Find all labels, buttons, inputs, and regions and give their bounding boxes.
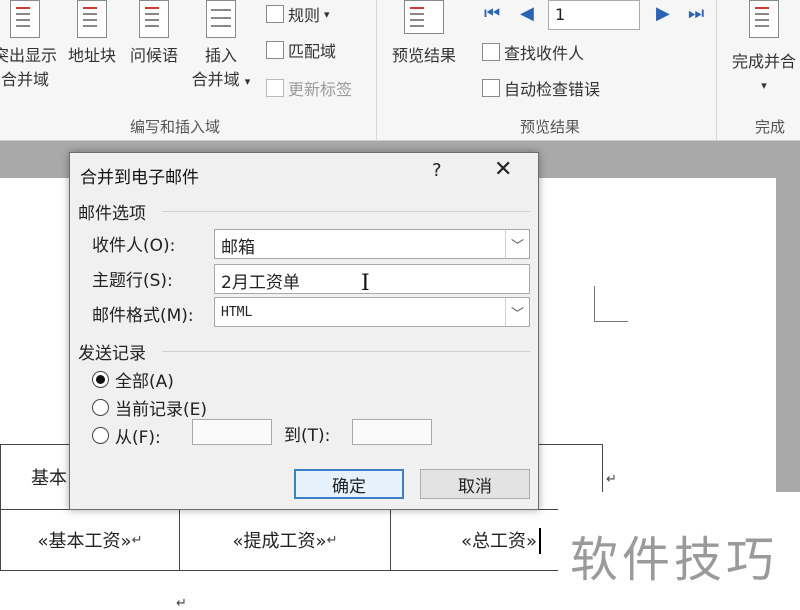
group-separator — [716, 0, 717, 141]
cancel-button[interactable]: 取消 — [420, 469, 530, 499]
chevron-down-icon: ▾ — [324, 7, 330, 21]
radio-all-label: 全部(A) — [115, 372, 174, 392]
to-label: 收件人(O): — [92, 236, 176, 256]
highlight-merge-fields-button[interactable]: 突出显示 合并域 — [0, 0, 60, 92]
merge-field-commission: «提成工资» — [232, 531, 327, 552]
dialog-title: 合并到电子邮件 — [80, 168, 199, 188]
radio-current-label: 当前记录(E) — [115, 400, 208, 420]
rules-button[interactable]: 规则 ▾ — [266, 2, 330, 26]
paragraph-mark: ↵ — [131, 532, 143, 548]
greeting-line-icon — [139, 0, 169, 38]
preview-results-label: 预览结果 — [391, 46, 456, 65]
group-label-preview: 预览结果 — [519, 118, 580, 136]
radio-all[interactable]: 全部(A) — [92, 367, 174, 392]
format-select[interactable]: HTML ﹀ — [214, 297, 530, 327]
auto-check-errors-button[interactable]: 自动检查错误 — [482, 76, 600, 100]
paragraph-mark: ↵ — [606, 472, 617, 487]
watermark: 软件技巧 — [558, 492, 800, 610]
finish-merge-label: 完成并合 — [731, 52, 796, 71]
section-divider — [162, 351, 530, 352]
merge-field-basic-salary: «基本工资» — [37, 531, 132, 552]
ibeam-cursor-icon: I — [361, 271, 370, 296]
finish-merge-button[interactable]: 完成并合 ▾ — [724, 0, 800, 98]
greeting-line-button[interactable]: 问候语 — [124, 0, 184, 68]
group-label-finish: 完成 — [754, 118, 785, 136]
send-records-heading: 发送记录 — [78, 344, 146, 364]
magnifier-icon — [404, 0, 444, 34]
table-cell-commission[interactable]: «提成工资» ↵ — [179, 509, 391, 571]
insert-field-label: 插入 — [204, 46, 237, 65]
subject-label: 主题行(S): — [92, 271, 173, 291]
radio-unselected-icon — [92, 427, 109, 444]
radio-selected-icon — [92, 371, 109, 388]
radio-from[interactable]: 从(F): — [92, 423, 161, 448]
rules-label: 规则 — [288, 6, 321, 25]
update-labels-icon — [266, 79, 284, 97]
highlight-fields-icon — [10, 0, 40, 38]
watermark-text: 软件技巧 — [570, 532, 779, 588]
find-recipient-button[interactable]: 查找收件人 — [482, 40, 584, 64]
match-fields-label: 匹配域 — [288, 42, 337, 61]
radio-from-label: 从(F): — [115, 428, 161, 448]
to-select-value: 邮箱 — [221, 238, 255, 258]
highlight-fields-label-2: 合并域 — [0, 70, 49, 89]
from-record-input[interactable] — [192, 419, 272, 445]
next-record-icon[interactable]: ▶ — [656, 3, 670, 24]
auto-check-errors-label: 自动检查错误 — [504, 80, 601, 99]
find-recipient-icon — [482, 43, 500, 61]
chevron-down-icon: ▾ — [761, 79, 767, 92]
group-label-write-insert: 编写和插入域 — [129, 118, 220, 136]
subject-input[interactable]: 2月工资单 — [214, 264, 530, 294]
table-cell-basic-salary[interactable]: «基本工资» ↵ — [0, 509, 180, 571]
help-button[interactable]: ? — [432, 160, 442, 181]
check-errors-icon — [482, 79, 500, 97]
chevron-down-icon[interactable]: ﹀ — [505, 230, 529, 258]
merge-to-email-dialog: 合并到电子邮件 ? ✕ 邮件选项 收件人(O): 邮箱 ﹀ 主题行(S): 2月… — [69, 152, 539, 510]
group-separator — [376, 0, 377, 141]
to-select[interactable]: 邮箱 ﹀ — [214, 229, 530, 259]
rules-icon — [266, 5, 284, 23]
address-block-label: 地址块 — [67, 46, 116, 65]
previous-record-icon[interactable]: ◀ — [520, 3, 534, 24]
address-block-icon — [77, 0, 107, 38]
format-select-value: HTML — [221, 305, 253, 320]
radio-current-record[interactable]: 当前记录(E) — [92, 395, 207, 420]
ribbon: 突出显示 合并域 地址块 问候语 插入 合并域 ▾ 规则 ▾ 匹配域 更新标签 … — [0, 0, 800, 141]
first-record-icon[interactable]: ⏮ — [484, 3, 500, 24]
match-fields-icon — [266, 41, 284, 59]
greeting-line-label: 问候语 — [129, 46, 178, 65]
match-fields-button[interactable]: 匹配域 — [266, 38, 336, 62]
chevron-down-icon: ▾ — [244, 75, 251, 88]
update-labels-button[interactable]: 更新标签 — [266, 76, 352, 100]
to-record-label: 到(T): — [284, 426, 331, 446]
update-labels-label: 更新标签 — [288, 80, 353, 99]
margin-crop-mark — [594, 286, 628, 322]
ok-button[interactable]: 确定 — [294, 469, 404, 499]
address-block-button[interactable]: 地址块 — [62, 0, 122, 68]
finish-merge-icon — [749, 0, 779, 38]
insert-merge-field-button[interactable]: 插入 合并域 ▾ — [188, 0, 254, 94]
merge-field-total: «总工资» — [460, 531, 537, 552]
text-cursor — [539, 528, 541, 554]
mail-options-heading: 邮件选项 — [78, 204, 146, 224]
find-recipient-label: 查找收件人 — [504, 44, 585, 63]
insert-field-icon — [206, 0, 236, 38]
paragraph-mark: ↵ — [176, 596, 187, 610]
highlight-fields-label: 突出显示 — [0, 46, 57, 65]
format-label: 邮件格式(M): — [92, 306, 194, 326]
chevron-down-icon[interactable]: ﹀ — [505, 298, 529, 326]
last-record-icon[interactable]: ⏭ — [688, 3, 704, 24]
to-record-input[interactable] — [352, 419, 432, 445]
close-button[interactable]: ✕ — [494, 157, 512, 182]
record-number-input[interactable]: 1 — [548, 0, 640, 30]
section-divider — [162, 211, 530, 212]
table-header-cell: 基本 — [31, 468, 67, 489]
insert-field-label-2: 合并域 — [191, 70, 240, 89]
preview-results-button[interactable]: 预览结果 — [384, 0, 464, 68]
paragraph-mark: ↵ — [326, 532, 338, 548]
radio-unselected-icon — [92, 399, 109, 416]
